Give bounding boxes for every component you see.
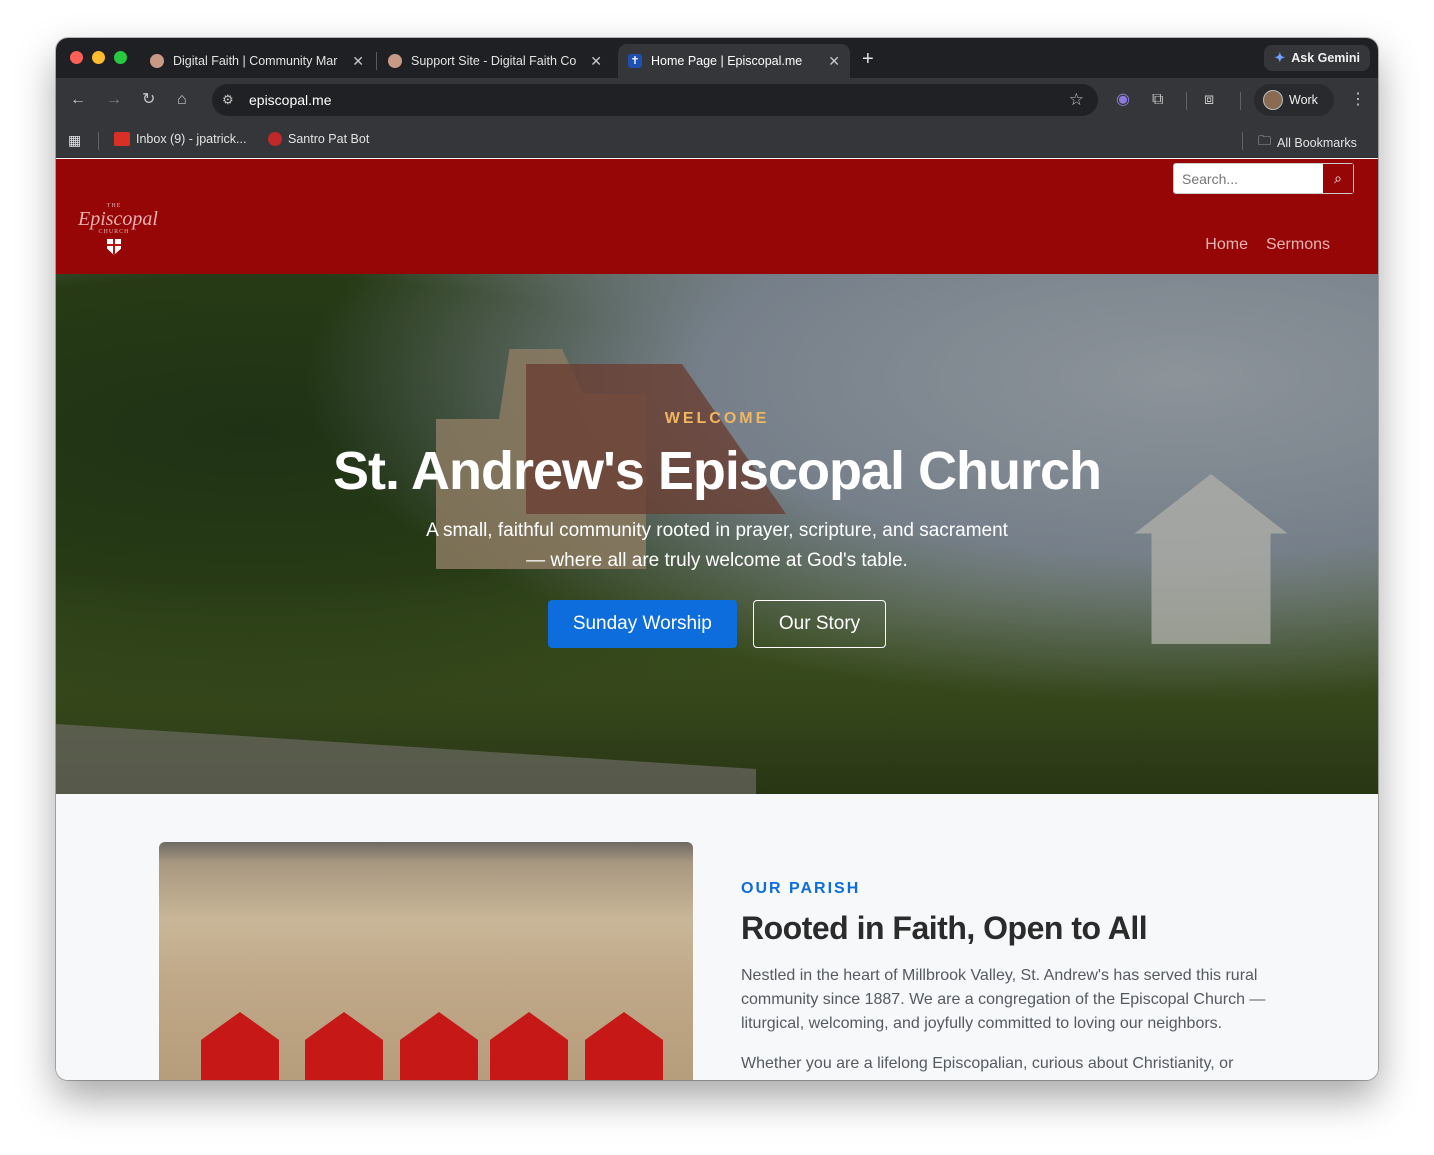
ask-gemini-button[interactable]: ✦ Ask Gemini [1264, 45, 1370, 71]
parish-eyebrow: OUR PARISH [741, 880, 861, 897]
our-story-button[interactable]: Our Story [752, 600, 887, 648]
address-bar[interactable]: ⚙ episcopal.me ☆ [212, 84, 1098, 116]
maximize-window-button[interactable] [114, 51, 127, 64]
forward-arrow-icon[interactable]: → [106, 90, 122, 110]
extensions-puzzle-icon[interactable]: ⧉ [1152, 90, 1163, 110]
close-tab-icon[interactable]: ✕ [590, 53, 602, 70]
hero-buttons: Sunday Worship Our Story [56, 600, 1378, 648]
extension-icon[interactable]: ◉ [1116, 90, 1130, 110]
profile-button[interactable]: Work [1254, 84, 1334, 116]
bookmark-inbox[interactable]: Inbox (9) - jpatrick... [114, 132, 246, 146]
shield-icon [107, 239, 121, 255]
tab-search-icon[interactable]: ⧈ [1204, 90, 1214, 110]
all-bookmarks-button[interactable]: 🗀 All Bookmarks [1258, 132, 1357, 154]
bookmarks-separator [1242, 132, 1243, 150]
house-shape [585, 1012, 663, 1080]
hero-eyebrow: WELCOME [664, 410, 770, 427]
site-header: THE Episcopal CHURCH ⌕ Home Sermons [56, 159, 1378, 274]
tab-support-site[interactable]: Support Site - Digital Faith Co ✕ [378, 44, 612, 78]
tab-separator [376, 52, 377, 70]
house-shape [201, 1012, 279, 1080]
home-icon[interactable]: ⌂ [177, 90, 187, 110]
reload-icon[interactable]: ↻ [142, 90, 155, 110]
menu-kebab-icon[interactable]: ⋮ [1350, 90, 1366, 110]
browser-window: Digital Faith | Community Mar ✕ Support … [56, 38, 1378, 1080]
hero-title: St. Andrew's Episcopal Church [333, 441, 1102, 501]
avatar [1263, 90, 1283, 110]
apps-grid-icon[interactable]: ▦ [68, 132, 81, 149]
nav-home[interactable]: Home [1205, 236, 1248, 254]
site-search: ⌕ [1173, 163, 1354, 194]
url-text[interactable]: episcopal.me [249, 92, 332, 108]
house-shape [490, 1012, 568, 1080]
back-arrow-icon[interactable]: ← [70, 90, 86, 110]
toolbar-separator [1240, 92, 1241, 110]
parish-houses-image [159, 842, 693, 1080]
hero-wall-image [56, 724, 756, 794]
bookmarks-separator [98, 132, 99, 150]
tab-episcopal-home[interactable]: ✝ Home Page | Episcopal.me ✕ [618, 44, 850, 78]
hero-section: WELCOME St. Andrew's Episcopal Church A … [56, 274, 1378, 794]
parish-paragraph-1: Nestled in the heart of Millbrook Valley… [741, 967, 1266, 1032]
parish-paragraph-2: Whether you are a lifelong Episcopalian,… [741, 1055, 1234, 1072]
site-favicon-icon [150, 54, 164, 68]
hero-content: WELCOME St. Andrew's Episcopal Church A … [56, 410, 1378, 648]
house-shape [305, 1012, 383, 1080]
tab-digital-faith[interactable]: Digital Faith | Community Mar ✕ [140, 44, 374, 78]
search-icon: ⌕ [1334, 170, 1342, 186]
search-input[interactable] [1174, 164, 1323, 193]
gmail-icon [114, 132, 130, 146]
parish-section: OUR PARISH Rooted in Faith, Open to All … [56, 794, 1378, 1080]
tab-strip: Digital Faith | Community Mar ✕ Support … [56, 38, 1378, 78]
minimize-window-button[interactable] [92, 51, 105, 64]
browser-toolbar: ← → ↻ ⌂ ⚙ episcopal.me ☆ ◉ ⧉ ⧈ Work ⋮ [56, 78, 1378, 122]
main-nav: Home Sermons [1205, 236, 1330, 254]
gemini-sparkle-icon: ✦ [1274, 50, 1286, 65]
web-page: THE Episcopal CHURCH ⌕ Home Sermons [56, 159, 1378, 1080]
site-favicon-icon [388, 54, 402, 68]
close-tab-icon[interactable]: ✕ [352, 53, 364, 70]
episcopal-logo[interactable]: THE Episcopal CHURCH [78, 203, 158, 255]
hero-lead: A small, faithful community rooted in pr… [426, 520, 1008, 571]
site-info-icon[interactable]: ⚙ [222, 92, 234, 108]
new-tab-button[interactable]: + [862, 48, 874, 71]
sunday-worship-button[interactable]: Sunday Worship [547, 600, 737, 648]
bot-icon [268, 132, 282, 146]
close-tab-icon[interactable]: ✕ [828, 53, 840, 70]
house-shape [400, 1012, 478, 1080]
parish-title: Rooted in Faith, Open to All [741, 910, 1148, 946]
close-window-button[interactable] [70, 51, 83, 64]
folder-icon: 🗀 [1258, 133, 1272, 148]
cross-favicon-icon: ✝ [628, 54, 642, 68]
nav-sermons[interactable]: Sermons [1266, 236, 1330, 254]
bookmark-star-icon[interactable]: ☆ [1069, 90, 1084, 110]
bookmarks-bar: ▦ Inbox (9) - jpatrick... Santro Pat Bot… [56, 122, 1378, 158]
toolbar-separator [1186, 92, 1187, 110]
search-button[interactable]: ⌕ [1323, 164, 1353, 193]
bookmark-santro-pat-bot[interactable]: Santro Pat Bot [268, 132, 369, 146]
